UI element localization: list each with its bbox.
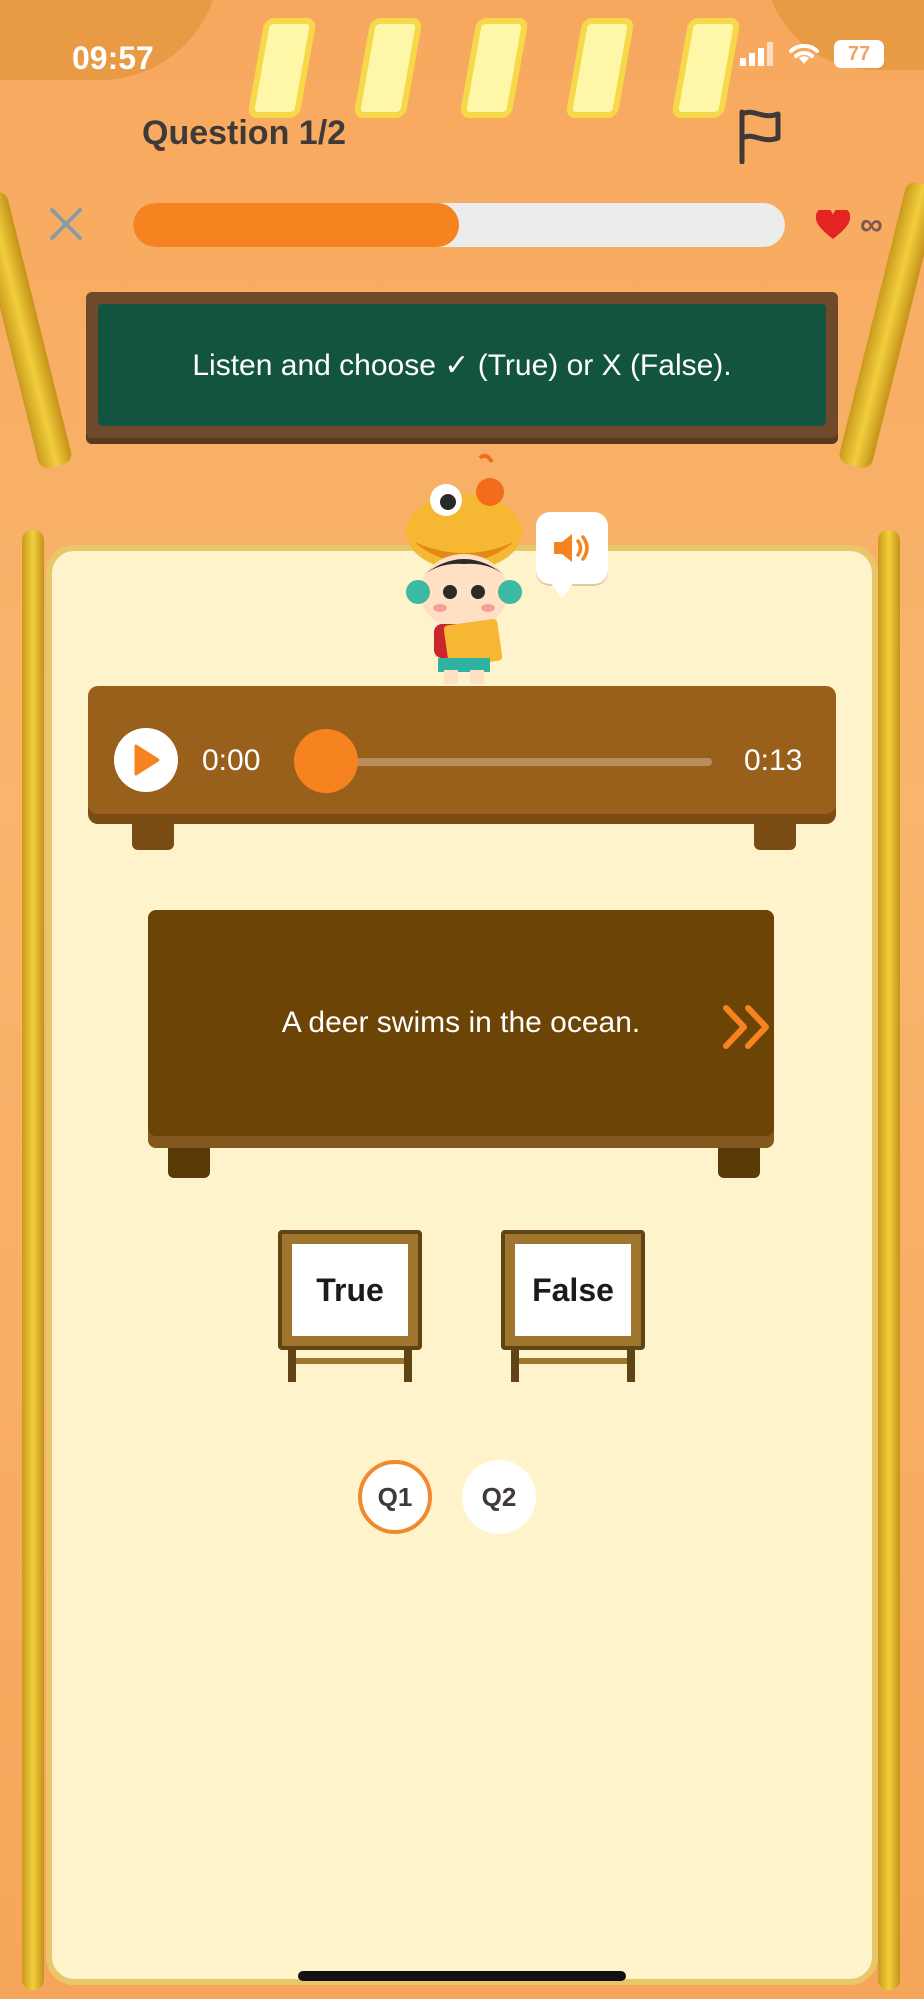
choice-stand: [288, 1348, 412, 1382]
instruction-board: Listen and choose ✓ (True) or X (False).: [86, 292, 838, 438]
choice-label: True: [292, 1244, 408, 1336]
screen: 09:57 77 Question 1/2 ∞ Listen and choos…: [0, 0, 924, 1999]
total-time: 0:13: [744, 744, 803, 777]
choice-frame: False: [501, 1230, 645, 1350]
table-leg: [718, 1148, 760, 1178]
progress-fill: [133, 203, 459, 247]
lives-count: ∞: [860, 206, 883, 242]
signal-icon: [740, 42, 773, 66]
question-tab-q1[interactable]: Q1: [358, 1460, 432, 1534]
choice-true-button[interactable]: True: [278, 1230, 422, 1382]
status-icons: 77: [740, 40, 884, 68]
speaker-button[interactable]: [536, 512, 608, 598]
choice-false-button[interactable]: False: [501, 1230, 645, 1382]
play-icon: [134, 744, 160, 776]
audio-player: [88, 686, 836, 814]
question-counter: Question 1/2: [142, 114, 347, 152]
table-leg: [754, 820, 796, 850]
progress-bar: [133, 203, 785, 247]
lives-indicator: ∞: [816, 206, 883, 243]
choice-label: False: [515, 1244, 631, 1336]
speaker-icon: [554, 534, 589, 562]
flag-icon[interactable]: [736, 108, 784, 164]
sentence-text: A deer swims in the ocean.: [281, 1006, 641, 1039]
lamp-decoration: [671, 18, 741, 118]
question-tab-q2[interactable]: Q2: [462, 1460, 536, 1534]
status-time: 09:57: [72, 40, 154, 76]
next-arrow-icon[interactable]: [722, 1004, 774, 1050]
battery-indicator: 77: [834, 40, 884, 68]
bamboo-decoration: [878, 530, 900, 1990]
home-indicator: [298, 1971, 626, 1981]
current-time: 0:00: [202, 744, 261, 777]
play-button[interactable]: [114, 728, 178, 792]
heart-icon: [816, 209, 850, 239]
lamp-decoration: [459, 18, 529, 118]
instruction-text: Listen and choose ✓ (True) or X (False).: [98, 304, 826, 426]
choice-frame: True: [278, 1230, 422, 1350]
bamboo-decoration: [22, 530, 44, 1990]
table-leg: [168, 1148, 210, 1178]
choice-stand: [511, 1348, 635, 1382]
seek-track[interactable]: [322, 758, 712, 766]
mascot-illustration: [406, 453, 522, 684]
seek-knob[interactable]: [294, 729, 358, 793]
lamp-decoration: [247, 18, 317, 118]
lamp-decoration: [565, 18, 635, 118]
close-icon[interactable]: [48, 206, 84, 242]
table-leg: [132, 820, 174, 850]
wifi-icon: [789, 43, 819, 64]
lamp-decoration: [353, 18, 423, 118]
